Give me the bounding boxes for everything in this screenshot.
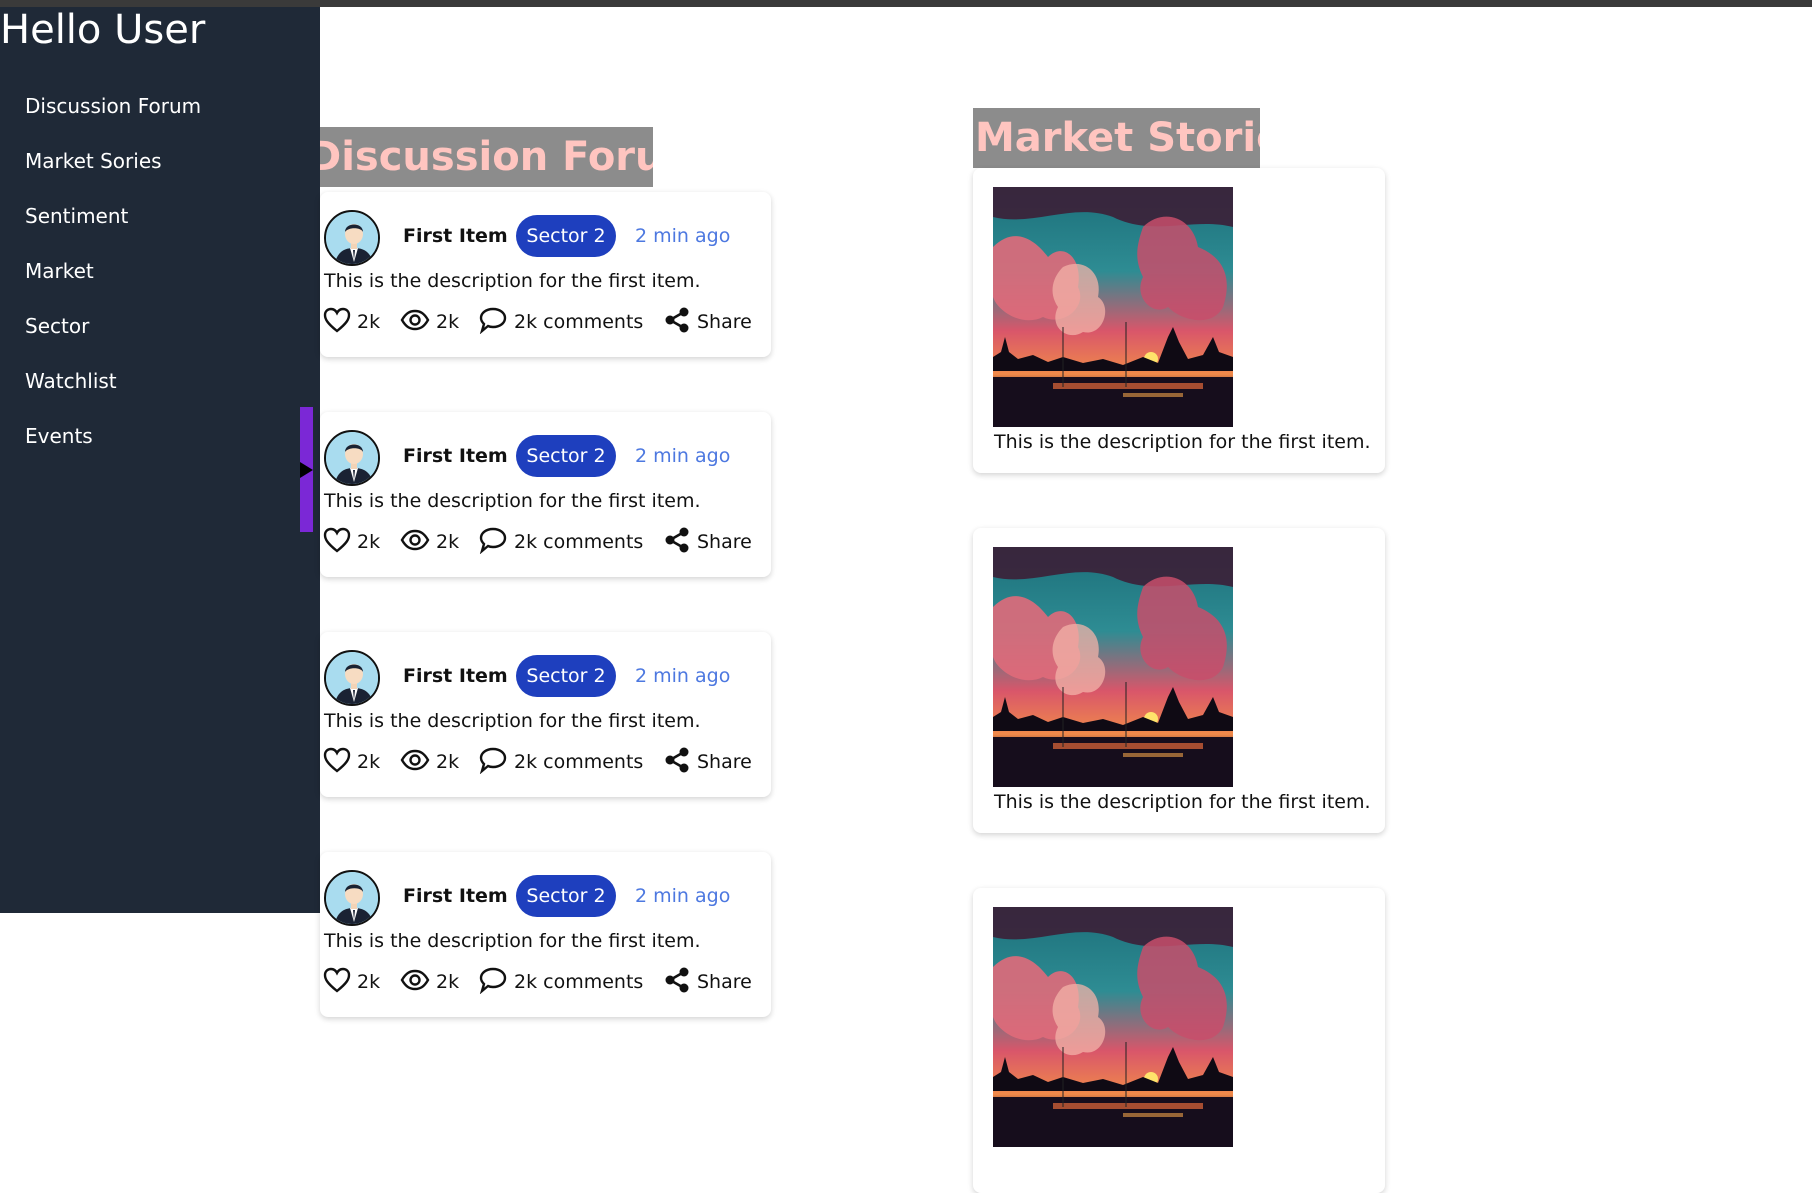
comments-button[interactable]: 2k comments — [478, 527, 643, 557]
sidebar-item-market[interactable]: Market — [25, 259, 94, 283]
forum-section-title: Discussion Forum — [320, 127, 653, 187]
post-description: This is the description for the first it… — [324, 490, 701, 512]
post-actions: 2k 2k 2k comments Share — [320, 307, 771, 337]
sidebar-greeting: Hello User — [0, 7, 206, 53]
view-count: 2k — [436, 531, 460, 553]
share-icon — [663, 966, 697, 999]
avatar — [324, 650, 380, 706]
share-label: Share — [697, 531, 752, 553]
view-count: 2k — [436, 311, 460, 333]
like-count: 2k — [357, 311, 381, 333]
sidebar-item-events[interactable]: Events — [25, 424, 93, 448]
share-label: Share — [697, 971, 752, 993]
heart-icon — [323, 527, 357, 558]
like-button[interactable]: 2k — [323, 967, 380, 997]
avatar — [324, 870, 380, 926]
post-timestamp: 2 min ago — [635, 885, 731, 907]
avatar — [324, 210, 380, 266]
avatar — [324, 430, 380, 486]
comment-count: 2k comments — [514, 971, 644, 993]
sidebar-item-discussion-forum[interactable]: Discussion Forum — [25, 94, 201, 118]
share-icon — [663, 526, 697, 559]
story-image[interactable] — [993, 187, 1233, 427]
stories-section-title: Market Stories — [973, 108, 1260, 168]
post-description: This is the description for the first it… — [324, 270, 701, 292]
post-timestamp: 2 min ago — [635, 445, 731, 467]
comments-button[interactable]: 2k comments — [478, 747, 643, 777]
browser-top-bar — [0, 0, 1812, 7]
share-button[interactable]: Share — [663, 307, 752, 337]
comments-button[interactable]: 2k comments — [478, 967, 643, 997]
post-title: First Item — [403, 225, 508, 247]
eye-icon — [400, 309, 436, 336]
heart-icon — [323, 967, 357, 998]
views-button[interactable]: 2k — [400, 747, 459, 777]
post-actions: 2k 2k 2k comments Share — [320, 527, 771, 557]
comment-icon — [478, 306, 514, 339]
like-count: 2k — [357, 751, 381, 773]
share-button[interactable]: Share — [663, 747, 752, 777]
like-button[interactable]: 2k — [323, 747, 380, 777]
view-count: 2k — [436, 751, 460, 773]
share-button[interactable]: Share — [663, 527, 752, 557]
like-button[interactable]: 2k — [323, 307, 380, 337]
view-count: 2k — [436, 971, 460, 993]
sector-badge[interactable]: Sector 2 — [516, 215, 616, 257]
sidebar-item-watchlist[interactable]: Watchlist — [25, 369, 117, 393]
sector-badge[interactable]: Sector 2 — [516, 875, 616, 917]
share-button[interactable]: Share — [663, 967, 752, 997]
forum-post-card[interactable]: First Item Sector 2 2 min ago This is th… — [320, 632, 771, 797]
heart-icon — [323, 307, 357, 338]
share-label: Share — [697, 751, 752, 773]
story-description: This is the description for the first it… — [994, 791, 1371, 813]
comment-icon — [478, 746, 514, 779]
post-actions: 2k 2k 2k comments Share — [320, 747, 771, 777]
forum-post-card[interactable]: First Item Sector 2 2 min ago This is th… — [320, 192, 771, 357]
share-icon — [663, 746, 697, 779]
sector-badge[interactable]: Sector 2 — [516, 435, 616, 477]
post-timestamp: 2 min ago — [635, 665, 731, 687]
sidebar — [0, 7, 320, 913]
views-button[interactable]: 2k — [400, 967, 459, 997]
views-button[interactable]: 2k — [400, 527, 459, 557]
heart-icon — [323, 747, 357, 778]
post-timestamp: 2 min ago — [635, 225, 731, 247]
story-image[interactable] — [993, 907, 1233, 1147]
views-button[interactable]: 2k — [400, 307, 459, 337]
forum-post-card[interactable]: First Item Sector 2 2 min ago This is th… — [320, 852, 771, 1017]
post-title: First Item — [403, 885, 508, 907]
story-image[interactable] — [993, 547, 1233, 787]
eye-icon — [400, 529, 436, 556]
sidebar-item-sector[interactable]: Sector — [25, 314, 89, 338]
story-description: This is the description for the first it… — [994, 431, 1371, 453]
post-title: First Item — [403, 445, 508, 467]
post-description: This is the description for the first it… — [324, 710, 701, 732]
eye-icon — [400, 749, 436, 776]
post-actions: 2k 2k 2k comments Share — [320, 967, 771, 997]
like-count: 2k — [357, 531, 381, 553]
collapse-arrow-icon[interactable] — [300, 462, 313, 478]
sidebar-item-market-sories[interactable]: Market Sories — [25, 149, 162, 173]
like-button[interactable]: 2k — [323, 527, 380, 557]
eye-icon — [400, 969, 436, 996]
share-label: Share — [697, 311, 752, 333]
share-icon — [663, 306, 697, 339]
market-story-card[interactable]: This is the description for the first it… — [973, 168, 1385, 473]
comment-count: 2k comments — [514, 311, 644, 333]
post-description: This is the description for the first it… — [324, 930, 701, 952]
comment-icon — [478, 966, 514, 999]
comments-button[interactable]: 2k comments — [478, 307, 643, 337]
forum-post-card[interactable]: First Item Sector 2 2 min ago This is th… — [320, 412, 771, 577]
market-story-card[interactable]: This is the description for the first it… — [973, 528, 1385, 833]
sidebar-item-sentiment[interactable]: Sentiment — [25, 204, 128, 228]
comment-icon — [478, 526, 514, 559]
sector-badge[interactable]: Sector 2 — [516, 655, 616, 697]
comment-count: 2k comments — [514, 751, 644, 773]
comment-count: 2k comments — [514, 531, 644, 553]
market-story-card[interactable] — [973, 888, 1385, 1193]
post-title: First Item — [403, 665, 508, 687]
like-count: 2k — [357, 971, 381, 993]
